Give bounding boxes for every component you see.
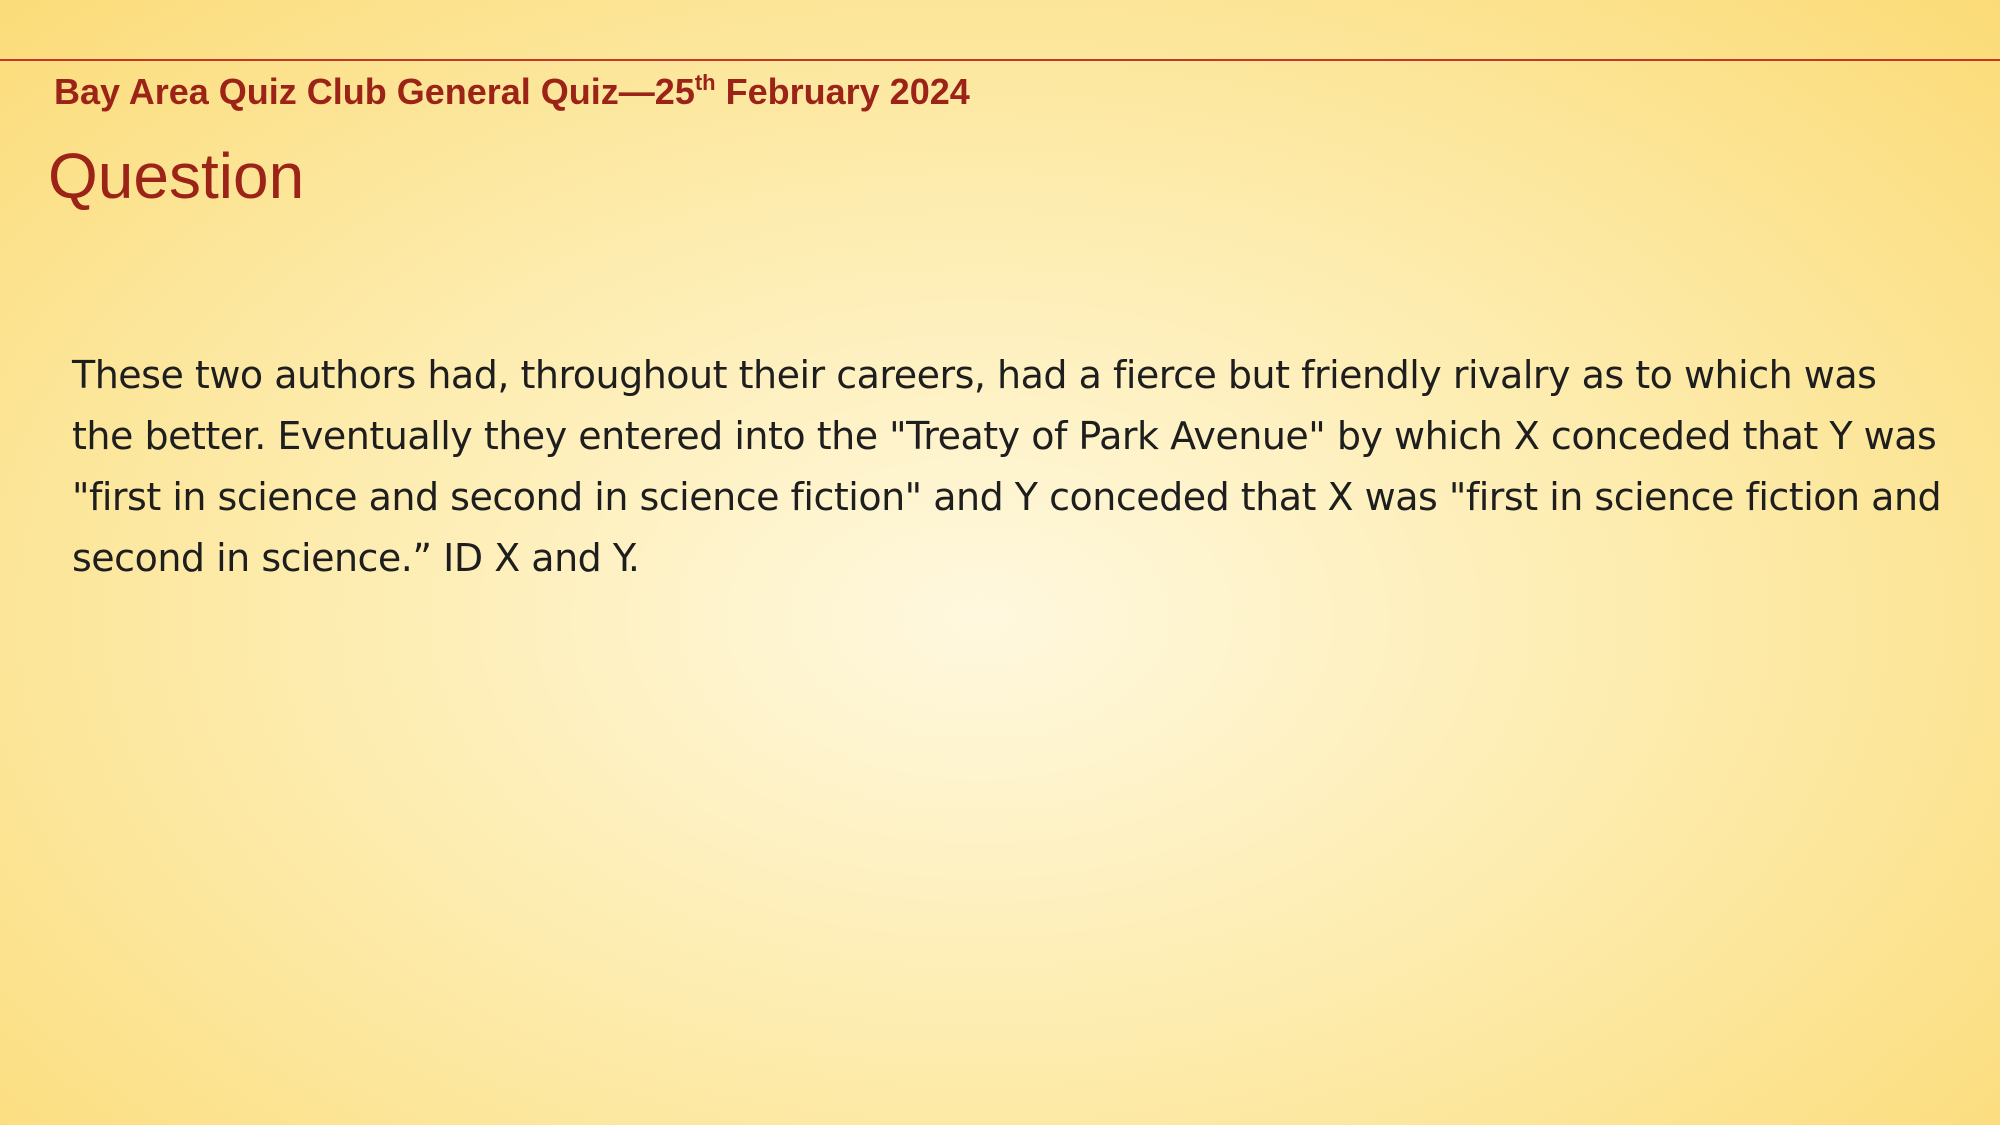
header-suffix: February 2024 xyxy=(715,71,970,112)
header-rule xyxy=(0,59,2000,61)
header-superscript: th xyxy=(694,70,716,95)
slide-title: Question xyxy=(48,140,305,212)
quiz-header: Bay Area Quiz Club General Quiz—25th Feb… xyxy=(54,68,970,116)
header-prefix: Bay Area Quiz Club General Quiz—25 xyxy=(54,71,695,112)
question-text: These two authors had, throughout their … xyxy=(72,353,1942,580)
